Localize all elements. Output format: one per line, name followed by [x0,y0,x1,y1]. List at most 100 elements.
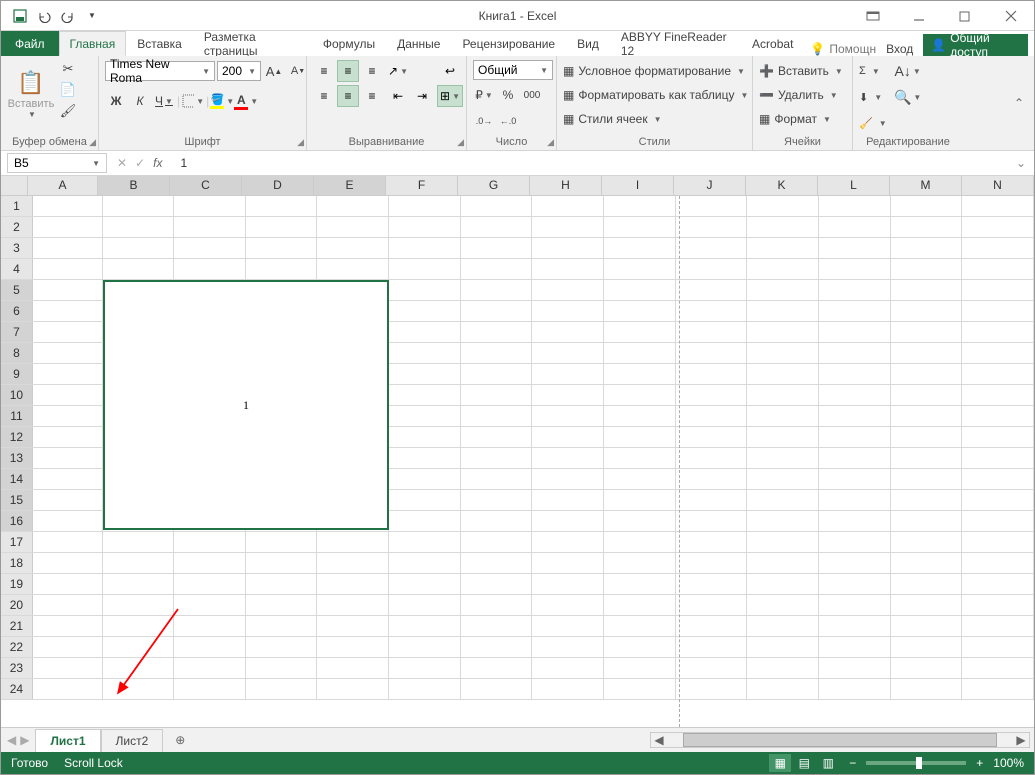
row-header-22[interactable]: 22 [1,637,33,657]
cell-F6[interactable] [389,301,461,321]
cell-N17[interactable] [962,532,1034,552]
cell-I2[interactable] [604,217,676,237]
cell-F1[interactable] [389,196,461,216]
tab-insert[interactable]: Вставка [126,31,193,56]
cell-E24[interactable] [317,679,389,699]
cell-I3[interactable] [604,238,676,258]
sort-filter-icon[interactable]: A↓▼ [897,60,919,82]
cell-A24[interactable] [33,679,103,699]
cell-A2[interactable] [33,217,103,237]
tab-abbyy[interactable]: ABBYY FineReader 12 [610,31,741,56]
cell-I1[interactable] [604,196,676,216]
cell-A9[interactable] [33,364,103,384]
cell-M12[interactable] [891,427,963,447]
paste-button[interactable]: 📋 Вставить ▼ [7,60,55,128]
cell-H21[interactable] [532,616,604,636]
cell-H1[interactable] [532,196,604,216]
cell-J5[interactable] [676,280,748,300]
format-cells-button[interactable]: ▦Формат▼ [759,108,831,130]
cell-F24[interactable] [389,679,461,699]
row-header-8[interactable]: 8 [1,343,33,363]
cell-M22[interactable] [891,637,963,657]
cell-B19[interactable] [103,574,175,594]
tab-nav-next-icon[interactable]: ▶ [20,733,29,747]
row-header-24[interactable]: 24 [1,679,33,699]
cell-N7[interactable] [962,322,1034,342]
increase-indent-icon[interactable]: ⇥ [411,85,433,107]
tab-nav-prev-icon[interactable]: ◀ [7,733,16,747]
cell-M20[interactable] [891,595,963,615]
cell-G10[interactable] [461,385,533,405]
cell-G6[interactable] [461,301,533,321]
cell-H2[interactable] [532,217,604,237]
underline-button[interactable]: Ч▼ [153,90,175,112]
merge-center-icon[interactable]: ⊞▼ [437,85,463,107]
cell-H23[interactable] [532,658,604,678]
cell-A6[interactable] [33,301,103,321]
cell-C17[interactable] [174,532,246,552]
cell-H4[interactable] [532,259,604,279]
column-header-J[interactable]: J [674,176,746,195]
row-header-5[interactable]: 5 [1,280,33,300]
cell-A4[interactable] [33,259,103,279]
cell-M2[interactable] [891,217,963,237]
cell-C24[interactable] [174,679,246,699]
accept-formula-icon[interactable]: ✓ [135,156,145,170]
cell-J10[interactable] [676,385,748,405]
row-header-4[interactable]: 4 [1,259,33,279]
cell-F22[interactable] [389,637,461,657]
cell-K3[interactable] [747,238,819,258]
cell-I20[interactable] [604,595,676,615]
cell-M7[interactable] [891,322,963,342]
cut-icon[interactable]: ✂ [59,60,77,78]
sheet-tab-2[interactable]: Лист2 [101,729,164,753]
cell-N20[interactable] [962,595,1034,615]
cell-E20[interactable] [317,595,389,615]
cell-M18[interactable] [891,553,963,573]
cell-A17[interactable] [33,532,103,552]
cell-M14[interactable] [891,469,963,489]
cell-D21[interactable] [246,616,318,636]
increase-font-icon[interactable]: A▲ [263,60,285,82]
cell-N10[interactable] [962,385,1034,405]
cell-G23[interactable] [461,658,533,678]
cell-C1[interactable] [174,196,246,216]
cell-I22[interactable] [604,637,676,657]
cell-H18[interactable] [532,553,604,573]
dialog-launcher-icon[interactable]: ◢ [547,137,554,148]
cell-A16[interactable] [33,511,103,531]
column-header-I[interactable]: I [602,176,674,195]
cell-A20[interactable] [33,595,103,615]
cell-L9[interactable] [819,364,891,384]
fill-color-icon[interactable]: 🪣▼ [211,90,233,112]
cell-K23[interactable] [747,658,819,678]
cell-H24[interactable] [532,679,604,699]
row-header-9[interactable]: 9 [1,364,33,384]
cell-I18[interactable] [604,553,676,573]
cell-F21[interactable] [389,616,461,636]
cell-H17[interactable] [532,532,604,552]
cell-N4[interactable] [962,259,1034,279]
cell-F3[interactable] [389,238,461,258]
cell-F12[interactable] [389,427,461,447]
cell-N12[interactable] [962,427,1034,447]
tell-me[interactable]: 💡Помощн [810,42,876,56]
cell-K10[interactable] [747,385,819,405]
close-icon[interactable] [988,1,1034,30]
cell-L17[interactable] [819,532,891,552]
cell-I13[interactable] [604,448,676,468]
cell-E18[interactable] [317,553,389,573]
save-icon[interactable] [9,5,31,27]
cell-I24[interactable] [604,679,676,699]
cell-B1[interactable] [103,196,175,216]
cell-F13[interactable] [389,448,461,468]
cell-B17[interactable] [103,532,175,552]
cell-K18[interactable] [747,553,819,573]
add-sheet-button[interactable]: ⊕ [169,729,191,751]
cell-C18[interactable] [174,553,246,573]
cell-M21[interactable] [891,616,963,636]
cell-H15[interactable] [532,490,604,510]
page-layout-view-icon[interactable]: ▤ [793,754,815,772]
cell-K17[interactable] [747,532,819,552]
cell-A3[interactable] [33,238,103,258]
